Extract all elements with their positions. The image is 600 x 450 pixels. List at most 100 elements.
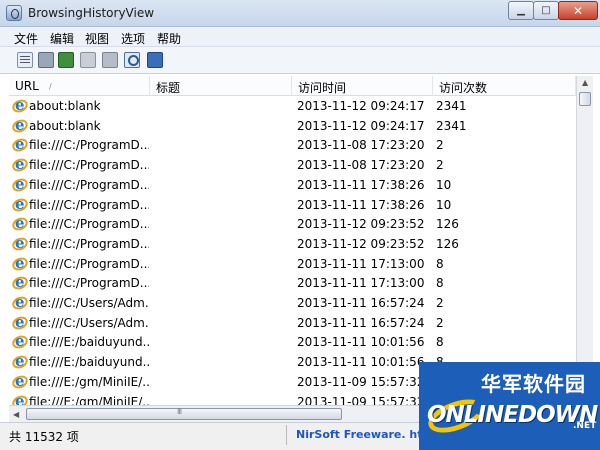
cell-visit-time: 2013-11-12 09:23:52 [297,236,425,251]
cell-visit-time: 2013-11-11 17:38:26 [297,197,425,212]
scroll-up-icon[interactable]: ▲ [582,78,588,87]
ie-icon: e [10,96,30,115]
minimize-icon: ▁ [517,5,525,16]
cell-visit-time: 2013-11-08 17:23:20 [297,138,425,153]
ie-icon: e [10,234,30,253]
cell-visit-time: 2013-11-09 15:57:32 [297,374,425,389]
table-row[interactable]: e file:///C:/ProgramD... 2013-11-11 17:38:… [9,195,576,215]
cell-visit-count: 2 [436,315,444,330]
watermark-net: .NET [573,421,597,431]
cell-visit-time: 2013-11-11 10:01:56 [297,355,425,370]
sort-indicator-icon: / [49,82,52,91]
cell-visit-count: 10 [436,197,452,212]
cell-visit-count: 2341 [436,99,467,113]
table-row[interactable]: e about:blank 2013-11-12 09:24:17 2341 [9,96,576,116]
history-list[interactable]: e about:blank 2013-11-12 09:24:17 2341 e abou… [9,96,576,406]
menu-view[interactable]: 视图 [85,30,109,47]
cell-visit-time: 2013-11-11 17:38:26 [297,177,425,192]
horizontal-scroll-thumb[interactable] [26,407,342,420]
menu-help[interactable]: 帮助 [157,30,181,47]
cell-url: file:///C:/ProgramD... [29,177,149,192]
cell-url: file:///C:/ProgramD... [29,276,149,291]
ie-icon: e [10,313,30,332]
menu-file[interactable]: 文件 [14,30,38,47]
menu-bar: 文件 编辑 视图 选项 帮助 [0,27,600,47]
cell-url: file:///C:/ProgramD... [29,256,149,271]
table-row[interactable]: e about:blank 2013-11-12 09:24:17 2341 [9,116,576,136]
cell-url: file:///C:/ProgramD... [29,138,149,153]
maximize-icon: □ [541,5,551,16]
cell-visit-time: 2013-11-12 09:23:52 [297,217,425,232]
find-icon[interactable] [124,52,140,68]
watermark-cn: 华军软件园 [481,372,586,396]
save-icon[interactable] [38,52,54,68]
toolbar [0,47,600,74]
cell-url: file:///C:/ProgramD... [29,236,149,251]
exit-icon[interactable] [147,52,163,68]
table-row[interactable]: e file:///C:/ProgramD... 2013-11-11 17:13:… [9,254,576,274]
table-row[interactable]: e file:///C:/Users/Adm... 2013-11-11 16:57… [9,313,576,333]
scroll-left-icon[interactable]: ◀ [13,410,19,419]
cell-visit-time: 2013-11-11 16:57:24 [297,315,425,330]
minimize-button[interactable]: ▁ [508,1,534,20]
column-url-label: URL [15,79,39,93]
column-url[interactable]: URL / [9,76,150,96]
vertical-scrollbar[interactable]: ▲ ▼ [576,76,593,405]
table-row[interactable]: e file:///C:/ProgramD... 2013-11-12 09:23:… [9,234,576,254]
maximize-button[interactable]: □ [533,1,559,20]
table-row[interactable]: e file:///E:/baiduyund... 2013-11-11 10:01… [9,332,576,352]
status-item-count: 共 11532 项 [9,430,79,444]
cell-visit-count: 8 [436,276,444,291]
cell-url: file:///C:/Users/Adm... [29,315,149,330]
window-title: BrowsingHistoryView [28,6,155,20]
column-visit-count[interactable]: 访问次数 [433,76,576,96]
ie-icon: e [10,116,30,135]
menu-edit[interactable]: 编辑 [50,30,74,47]
ie-icon: e [10,332,30,352]
column-visit-count-label: 访问次数 [439,81,488,95]
cell-visit-count: 2 [436,138,444,153]
cell-visit-count: 8 [436,256,444,271]
cell-visit-time: 2013-11-11 17:13:00 [297,276,425,291]
column-title-label: 标题 [156,81,181,95]
watermark-en: ONLINEDOWN [427,402,598,428]
column-title[interactable]: 标题 [150,76,292,96]
refresh-icon[interactable] [58,52,74,68]
table-row[interactable]: e file:///C:/ProgramD... 2013-11-11 17:38:… [9,175,576,195]
ie-icon: e [10,155,30,174]
cell-visit-count: 2341 [436,118,467,133]
ie-icon: e [10,273,30,293]
cell-visit-time: 2013-11-12 09:24:17 [297,99,425,113]
copy-icon[interactable] [80,52,96,68]
ie-icon: e [10,135,30,155]
ie-icon: e [10,254,30,273]
html-report-icon[interactable] [102,52,118,68]
menu-options[interactable]: 选项 [121,30,145,47]
cell-visit-time: 2013-11-11 16:57:24 [297,296,425,310]
app-icon [6,5,22,21]
cell-url: file:///C:/ProgramD... [29,197,149,212]
cell-url: file:///C:/Users/Adm... [29,296,149,310]
close-button[interactable]: ✕ [558,1,598,20]
properties-icon[interactable] [17,52,33,68]
cell-visit-time: 2013-11-08 17:23:20 [297,158,425,173]
cell-url: file:///E:/baiduyund... [29,355,149,370]
status-separator [286,425,287,445]
column-visit-time-label: 访问时间 [298,81,347,95]
table-row[interactable]: e file:///C:/ProgramD... 2013-11-11 17:13:… [9,273,576,293]
cell-url: file:///C:/ProgramD... [29,217,149,232]
column-visit-time[interactable]: 访问时间 [292,76,433,96]
cell-visit-time: 2013-11-11 10:01:56 [297,335,425,350]
table-row[interactable]: e file:///C:/ProgramD... 2013-11-08 17:23:… [9,135,576,155]
cell-visit-count: 126 [436,236,459,251]
watermark-logo: 华军软件园 ONLINEDOWN .NET [419,362,600,450]
table-row[interactable]: e file:///C:/ProgramD... 2013-11-08 17:23:… [9,155,576,175]
column-header: URL / 标题 访问时间 访问次数 [9,76,576,96]
table-row[interactable]: e file:///C:/Users/Adm... 2013-11-11 16:57… [9,293,576,313]
ie-icon: e [10,352,30,371]
ie-icon: e [10,372,30,391]
vertical-scroll-thumb[interactable] [579,92,591,106]
cell-visit-time: 2013-11-11 17:13:00 [297,256,425,271]
ie-icon: e [10,214,30,234]
table-row[interactable]: e file:///C:/ProgramD... 2013-11-12 09:23:… [9,214,576,234]
